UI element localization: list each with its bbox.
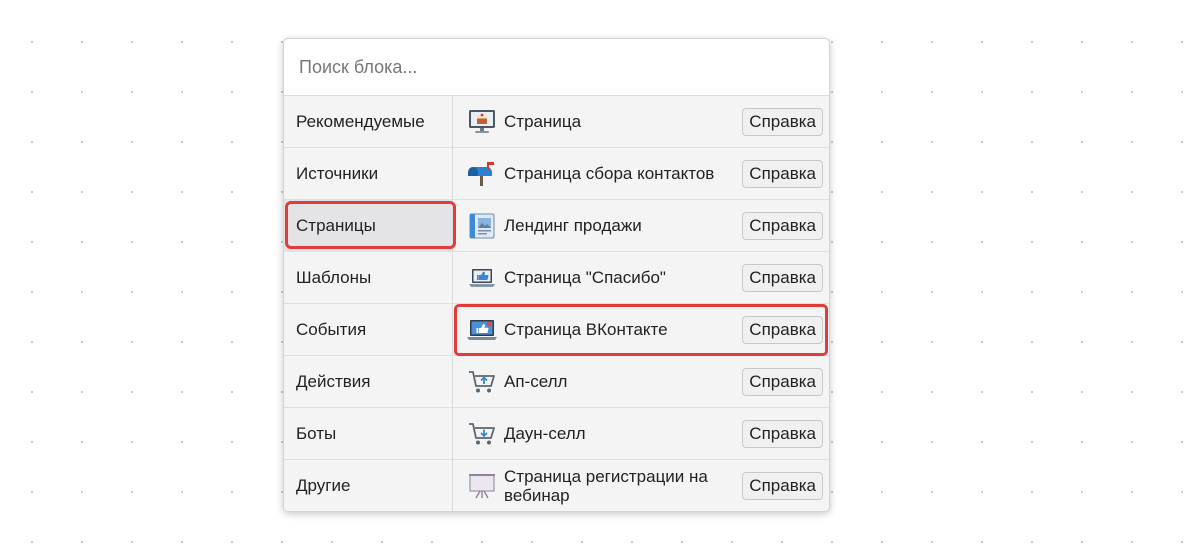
block-item-label: Страница сбора контактов [504,164,715,183]
category-sources[interactable]: Источники [284,148,452,200]
picker-body: Рекомендуемые Источники Страницы Шаблоны… [284,96,829,511]
category-actions[interactable]: Действия [284,356,452,408]
category-other[interactable]: Другие [284,460,452,511]
help-button[interactable]: Справка [742,315,823,344]
category-label: Боты [296,423,337,443]
block-item-vk-page[interactable]: Страница ВКонтакте Справка [453,304,829,356]
category-label: Рекомендуемые [296,111,425,131]
category-label: Страницы [296,215,376,235]
cart-down-icon [467,419,497,449]
category-events[interactable]: События [284,304,452,356]
category-label: Действия [296,371,371,391]
help-button[interactable]: Справка [742,159,823,188]
help-button[interactable]: Справка [742,472,823,500]
block-item-page[interactable]: Страница Справка [453,96,829,148]
block-item-label: Страница [504,112,582,131]
help-button[interactable]: Справка [742,107,823,136]
cart-up-icon [467,367,497,397]
landing-page-icon [467,211,497,241]
help-button[interactable]: Справка [742,211,823,240]
category-list: Рекомендуемые Источники Страницы Шаблоны… [284,96,456,511]
category-label: Другие [296,476,351,495]
help-button[interactable]: Справка [742,263,823,292]
category-label: Источники [296,163,379,183]
block-item-webinar-registration-page[interactable]: Страница регистрации на вебинар Справка [453,460,829,511]
search-input[interactable] [299,56,814,78]
block-list: Страница Справка Страница сбора контакто… [453,96,829,511]
block-item-lead-capture-page[interactable]: Страница сбора контактов Справка [453,148,829,200]
help-button[interactable]: Справка [742,367,823,396]
category-pages[interactable]: Страницы [284,200,456,252]
category-templates[interactable]: Шаблоны [284,252,452,304]
category-label: Шаблоны [296,267,372,287]
presentation-board-icon [467,471,497,501]
block-item-label: Страница регистрации на вебинар [504,467,708,505]
block-item-label: Страница "Спасибо" [504,268,666,287]
block-picker-panel: Рекомендуемые Источники Страницы Шаблоны… [283,38,830,512]
block-item-label: Страница ВКонтакте [504,320,668,339]
block-item-sales-landing[interactable]: Лендинг продажи Справка [453,200,829,252]
category-label: События [296,319,367,339]
block-item-thank-you-page[interactable]: Страница "Спасибо" Справка [453,252,829,304]
category-bots[interactable]: Боты [284,408,452,460]
block-item-label: Ап-селл [504,372,568,391]
block-item-label: Лендинг продажи [504,216,642,235]
block-item-upsell[interactable]: Ап-селл Справка [453,356,829,408]
monitor-cake-icon [467,107,497,137]
search-bar [284,39,829,96]
block-item-label: Даун-селл [504,424,586,443]
mailbox-icon [467,159,497,189]
help-button[interactable]: Справка [742,419,823,448]
laptop-thumbs-up-icon [467,263,497,293]
laptop-like-icon [467,315,497,345]
block-item-downsell[interactable]: Даун-селл Справка [453,408,829,460]
category-recommended[interactable]: Рекомендуемые [284,96,452,148]
